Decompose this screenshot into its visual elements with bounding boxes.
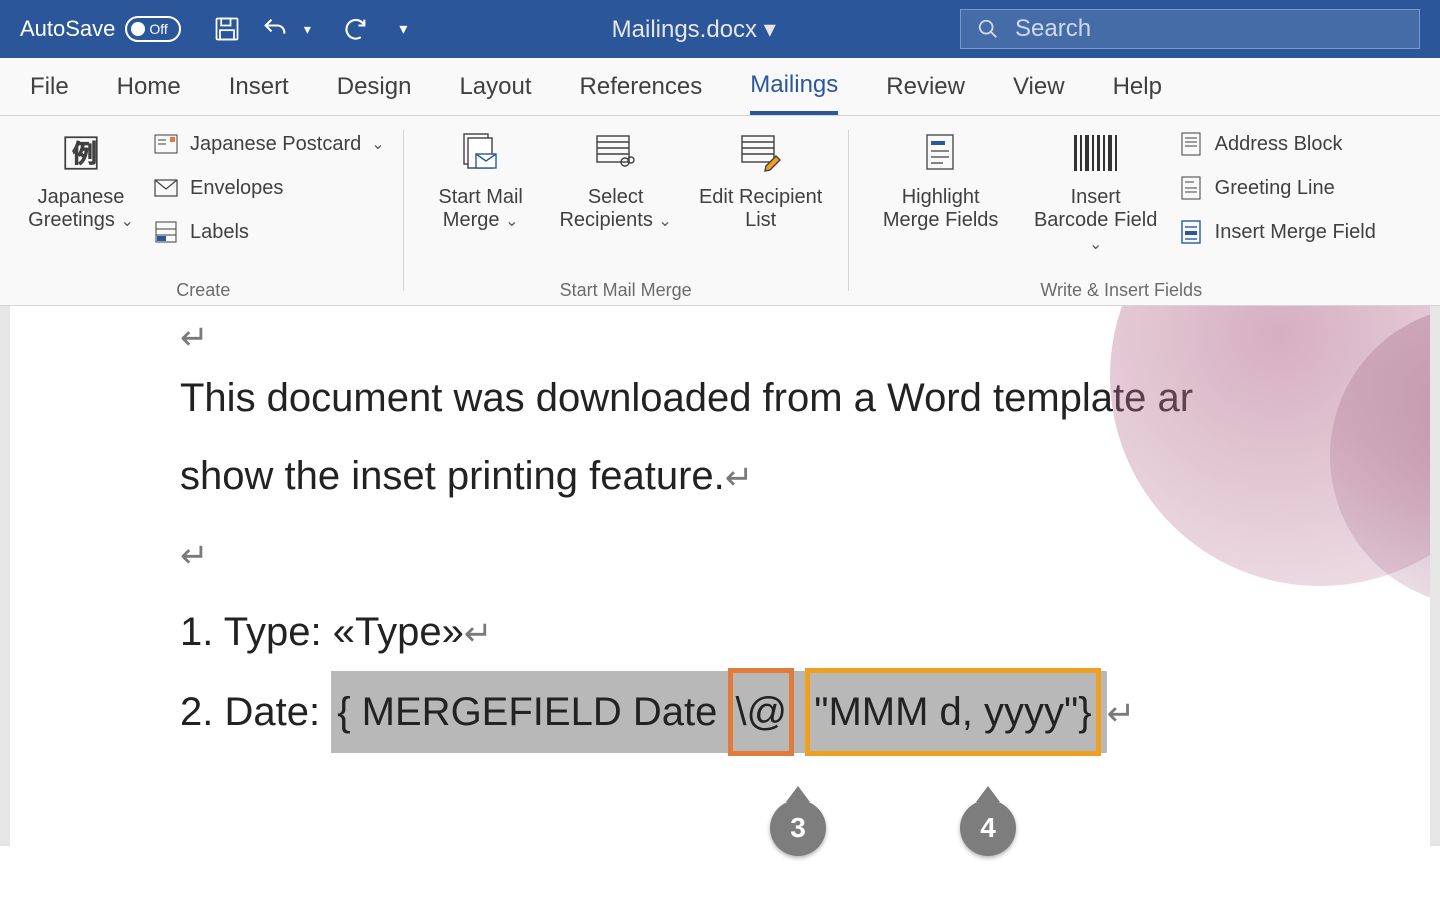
edit-list-icon: [734, 126, 788, 180]
chevron-down-icon: ⌄: [658, 213, 671, 230]
paragraph-mark-icon: ↵: [180, 319, 209, 357]
group-write-insert-label: Write & Insert Fields: [861, 280, 1382, 305]
insert-merge-field-button[interactable]: Insert Merge Field: [1171, 210, 1382, 254]
start-mail-merge-button[interactable]: Start Mail Merge ⌄: [416, 122, 546, 236]
labels-icon: [152, 218, 180, 246]
merge-field-icon: [1177, 218, 1205, 246]
tab-design[interactable]: Design: [337, 61, 412, 113]
page[interactable]: ↵ This document was downloaded from a Wo…: [10, 306, 1430, 846]
qat-customize-icon[interactable]: ▾: [385, 11, 421, 47]
search-icon: [977, 18, 999, 40]
paragraph-mark-icon: ↵: [1107, 695, 1136, 733]
search-placeholder: Search: [1015, 15, 1091, 43]
chevron-down-icon: ⌄: [505, 213, 518, 230]
group-create-label: Create: [16, 280, 391, 305]
tab-references[interactable]: References: [580, 61, 703, 113]
autosave-state: Off: [149, 21, 167, 37]
envelopes-button[interactable]: Envelopes: [146, 166, 391, 210]
japanese-postcard-button[interactable]: Japanese Postcard ⌄: [146, 122, 391, 166]
tab-layout[interactable]: Layout: [459, 61, 531, 113]
body-text-line1: This document was downloaded from a Word…: [180, 376, 1193, 420]
search-box[interactable]: Search: [960, 9, 1420, 49]
toggle-dot-icon: [131, 22, 145, 36]
chevron-down-icon: ⌄: [1089, 236, 1102, 253]
japanese-greetings-icon: 例: [54, 126, 108, 180]
document-area[interactable]: ↵ This document was downloaded from a Wo…: [0, 306, 1440, 846]
ribbon-tabs: File Home Insert Design Layout Reference…: [0, 58, 1440, 116]
tab-insert[interactable]: Insert: [229, 61, 289, 113]
postcard-icon: [152, 130, 180, 158]
edit-recipient-list-button[interactable]: Edit Recipient List: [686, 122, 836, 236]
autosave-toggle[interactable]: AutoSave Off: [20, 16, 181, 42]
callout-bubble-4: 4: [960, 800, 1016, 856]
greeting-line-button[interactable]: Greeting Line: [1171, 166, 1382, 210]
document-title[interactable]: Mailings.docx ▾: [427, 15, 960, 44]
callout-bubble-3: 3: [770, 800, 826, 856]
japanese-greetings-button[interactable]: 例 Japanese Greetings ⌄: [16, 122, 146, 236]
callout-4-label: 4: [980, 812, 996, 844]
edit-recipient-list-label: Edit Recipient List: [698, 186, 824, 232]
tab-mailings[interactable]: Mailings: [750, 59, 838, 115]
callout-box-4: "MMM d, yyyy"}: [805, 668, 1100, 756]
group-start-mail-merge: Start Mail Merge ⌄ Select Recipients ⌄ E…: [404, 116, 848, 305]
mail-merge-icon: [454, 126, 508, 180]
recipients-icon: [589, 126, 643, 180]
undo-dropdown-icon[interactable]: ▾: [289, 11, 325, 47]
list-item-1-label: 1. Type:: [180, 610, 333, 654]
body-text-line2: show the inset printing feature.: [180, 454, 725, 498]
insert-barcode-field-button[interactable]: Insert Barcode Field ⌄: [1021, 122, 1171, 259]
select-recipients-button[interactable]: Select Recipients ⌄: [546, 122, 686, 236]
japanese-postcard-label: Japanese Postcard: [190, 133, 361, 156]
list-item-2-label: 2. Date:: [180, 690, 331, 734]
tab-view[interactable]: View: [1013, 61, 1065, 113]
paragraph-mark-icon: ↵: [464, 615, 493, 653]
envelope-icon: [152, 174, 180, 202]
paragraph-mark-icon: ↵: [180, 537, 209, 575]
labels-button[interactable]: Labels: [146, 210, 391, 254]
svg-text:例: 例: [72, 140, 97, 168]
save-icon[interactable]: [209, 11, 245, 47]
chevron-down-icon: ⌄: [371, 134, 384, 154]
chevron-down-icon: ⌄: [120, 213, 133, 230]
group-start-mail-merge-label: Start Mail Merge: [416, 280, 836, 305]
greeting-line-label: Greeting Line: [1215, 177, 1335, 200]
tab-review[interactable]: Review: [886, 61, 965, 113]
greeting-line-icon: [1177, 174, 1205, 202]
tab-home[interactable]: Home: [117, 61, 181, 113]
group-write-insert: Highlight Merge Fields Insert Barcode Fi…: [849, 116, 1394, 305]
field-code-open: { MERGEFIELD Date: [337, 690, 728, 734]
address-block-icon: [1177, 130, 1205, 158]
callout-box-3: \@: [728, 668, 794, 756]
address-block-label: Address Block: [1215, 133, 1343, 156]
undo-icon[interactable]: [257, 11, 293, 47]
select-recipients-label: Select Recipients: [559, 186, 652, 231]
autosave-label: AutoSave: [20, 16, 115, 42]
group-create: 例 Japanese Greetings ⌄ Japanese Postcard…: [4, 116, 403, 305]
address-block-button[interactable]: Address Block: [1171, 122, 1382, 166]
tab-help[interactable]: Help: [1113, 61, 1162, 113]
paragraph-mark-icon: ↵: [725, 459, 754, 497]
barcode-icon: [1069, 126, 1123, 180]
japanese-greetings-label: Japanese Greetings: [28, 186, 124, 231]
app-window: AutoSave Off ▾ ▾ Mailings.docx ▾ Search …: [0, 0, 1440, 905]
insert-barcode-field-label: Insert Barcode Field: [1034, 186, 1157, 231]
ribbon: 例 Japanese Greetings ⌄ Japanese Postcard…: [0, 116, 1440, 306]
titlebar: AutoSave Off ▾ ▾ Mailings.docx ▾ Search: [0, 0, 1440, 58]
callout-3-label: 3: [790, 812, 806, 844]
autosave-switch[interactable]: Off: [125, 16, 181, 42]
highlight-merge-fields-button[interactable]: Highlight Merge Fields: [861, 122, 1021, 236]
highlight-icon: [914, 126, 968, 180]
insert-merge-field-label: Insert Merge Field: [1215, 221, 1376, 244]
highlight-merge-fields-label: Highlight Merge Fields: [873, 186, 1009, 232]
labels-label: Labels: [190, 221, 249, 244]
tab-file[interactable]: File: [30, 61, 69, 113]
envelopes-label: Envelopes: [190, 177, 283, 200]
merge-field-type: «Type»: [333, 610, 464, 654]
redo-icon[interactable]: [337, 11, 373, 47]
field-code-highlight[interactable]: { MERGEFIELD Date \@ "MMM d, yyyy"}: [331, 671, 1106, 753]
